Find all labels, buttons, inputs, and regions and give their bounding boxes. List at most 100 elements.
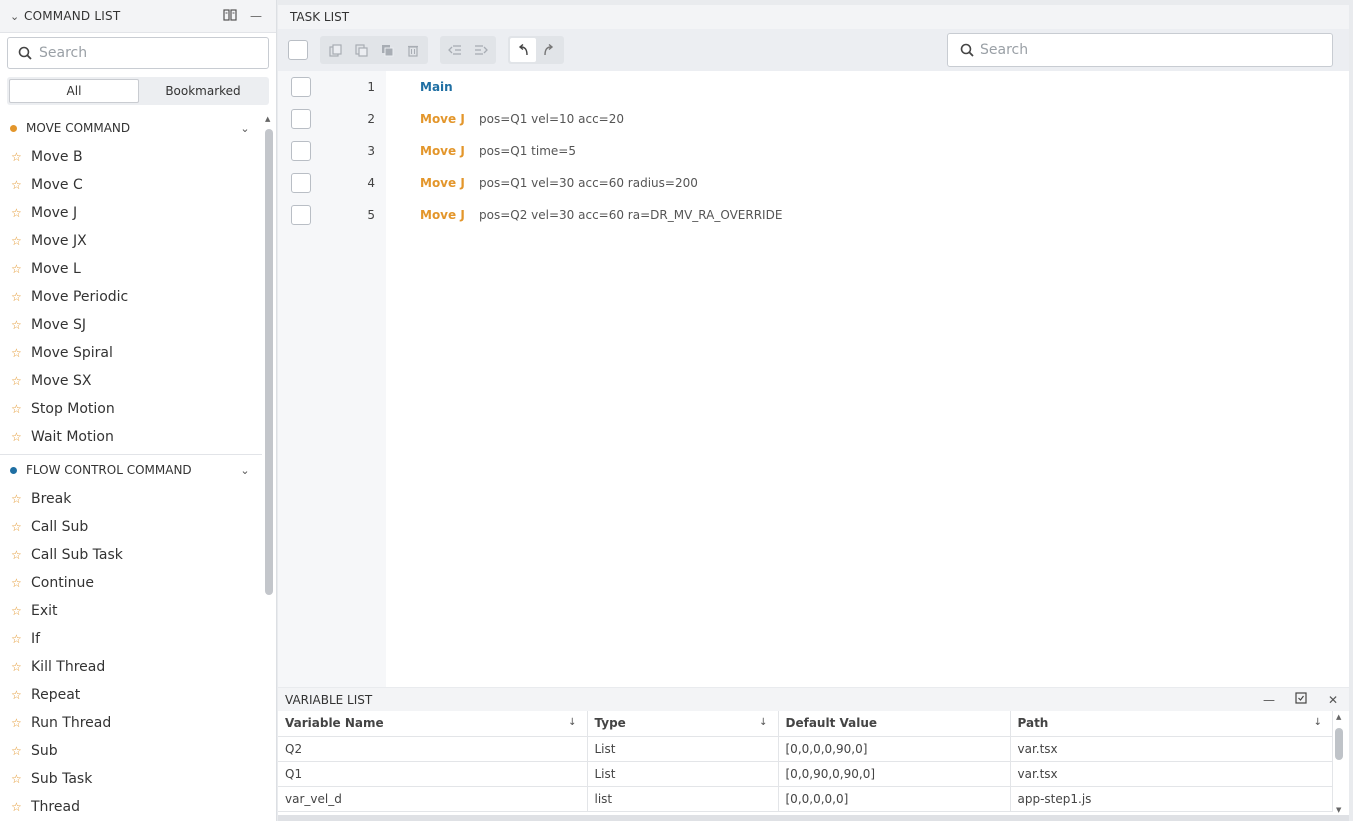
group-flow-control-command[interactable]: FLOW CONTROL COMMAND ⌄ [0, 455, 262, 485]
command-search-input[interactable] [39, 45, 249, 61]
col-path[interactable]: Path ↓ [1010, 711, 1333, 737]
task-row-checkbox[interactable] [291, 109, 311, 129]
task-row-checkbox[interactable] [291, 77, 311, 97]
copy-icon[interactable] [322, 38, 348, 62]
table-row[interactable]: Q1 List [0,0,90,0,90,0] var.tsx [278, 761, 1333, 787]
scroll-down-icon[interactable]: ▼ [1336, 806, 1341, 814]
tab-all[interactable]: All [9, 79, 139, 103]
indent-icon[interactable] [468, 38, 494, 62]
col-default-value[interactable]: Default Value [778, 711, 1011, 737]
command-item[interactable]: ☆ Call Sub Task [0, 541, 262, 569]
bookmark-star-icon[interactable]: ☆ [11, 520, 31, 534]
task-search-input[interactable] [980, 42, 1320, 58]
command-item[interactable]: ☆ Continue [0, 569, 262, 597]
sort-icon[interactable]: ↓ [1314, 717, 1322, 728]
task-row[interactable]: 3 Move J pos=Q1 time=5 [278, 135, 1349, 167]
bookmark-star-icon[interactable]: ☆ [11, 318, 31, 332]
scrollbar-thumb[interactable] [1335, 728, 1343, 760]
command-item[interactable]: ☆ Call Sub [0, 513, 262, 541]
scroll-up-icon[interactable]: ▲ [265, 115, 270, 123]
minimize-icon[interactable]: — [246, 9, 266, 23]
task-row-checkbox[interactable] [291, 205, 311, 225]
command-item[interactable]: ☆ Move Periodic [0, 283, 262, 311]
group-move-command[interactable]: MOVE COMMAND ⌄ [0, 113, 262, 143]
expand-icon[interactable] [1285, 692, 1317, 707]
command-item[interactable]: ☆ Move Spiral [0, 339, 262, 367]
bookmark-star-icon[interactable]: ☆ [11, 632, 31, 646]
command-item[interactable]: ☆ Stop Motion [0, 395, 262, 423]
command-item[interactable]: ☆ Kill Thread [0, 653, 262, 681]
task-row[interactable]: 1 Main [278, 71, 1349, 103]
sort-icon[interactable]: ↓ [568, 717, 576, 728]
bookmark-star-icon[interactable]: ☆ [11, 206, 31, 220]
bookmark-star-icon[interactable]: ☆ [11, 744, 31, 758]
command-search-box[interactable] [7, 37, 269, 69]
select-all-checkbox[interactable] [288, 40, 308, 60]
bookmark-star-icon[interactable]: ☆ [11, 660, 31, 674]
bookmark-star-icon[interactable]: ☆ [11, 402, 31, 416]
scrollbar-thumb[interactable] [265, 129, 273, 595]
command-item[interactable]: ☆ Move JX [0, 227, 262, 255]
command-list-scrollbar[interactable]: ▲ [263, 113, 274, 821]
outdent-icon[interactable] [442, 38, 468, 62]
chevron-down-icon[interactable]: ⌄ [238, 464, 252, 477]
bookmark-star-icon[interactable]: ☆ [11, 716, 31, 730]
horizontal-scrollbar[interactable] [278, 815, 1349, 821]
command-item[interactable]: ☆ Thread [0, 793, 262, 821]
command-item[interactable]: ☆ Move L [0, 255, 262, 283]
command-item[interactable]: ☆ Exit [0, 597, 262, 625]
command-item[interactable]: ☆ Move J [0, 199, 262, 227]
bookmark-star-icon[interactable]: ☆ [11, 178, 31, 192]
bookmark-star-icon[interactable]: ☆ [11, 604, 31, 618]
bookmark-star-icon[interactable]: ☆ [11, 290, 31, 304]
task-row[interactable]: 2 Move J pos=Q1 vel=10 acc=20 [278, 103, 1349, 135]
command-item[interactable]: ☆ Sub Task [0, 765, 262, 793]
sort-icon[interactable]: ↓ [759, 717, 767, 728]
bookmark-star-icon[interactable]: ☆ [11, 430, 31, 444]
bookmark-star-icon[interactable]: ☆ [11, 492, 31, 506]
bookmark-star-icon[interactable]: ☆ [11, 772, 31, 786]
scroll-up-icon[interactable]: ▲ [1336, 713, 1341, 721]
bookmark-star-icon[interactable]: ☆ [11, 262, 31, 276]
duplicate-icon[interactable] [374, 38, 400, 62]
bookmark-star-icon[interactable]: ☆ [11, 688, 31, 702]
task-row[interactable]: 4 Move J pos=Q1 vel=30 acc=60 radius=200 [278, 167, 1349, 199]
tab-bookmarked[interactable]: Bookmarked [139, 79, 267, 103]
command-item[interactable]: ☆ Move SX [0, 367, 262, 395]
delete-icon[interactable] [400, 38, 426, 62]
command-item[interactable]: ☆ Repeat [0, 681, 262, 709]
chevron-down-icon[interactable]: ⌄ [238, 122, 252, 135]
col-type[interactable]: Type ↓ [587, 711, 779, 737]
command-item[interactable]: ☆ Sub [0, 737, 262, 765]
bookmark-star-icon[interactable]: ☆ [11, 576, 31, 590]
variable-list-scrollbar[interactable]: ▲ ▼ [1335, 711, 1345, 814]
close-icon[interactable]: ✕ [1317, 693, 1349, 707]
command-item[interactable]: ☆ Wait Motion [0, 423, 262, 451]
command-item[interactable]: ☆ Move C [0, 171, 262, 199]
task-row-checkbox[interactable] [291, 173, 311, 193]
task-search-box[interactable] [947, 33, 1333, 67]
command-item[interactable]: ☆ Run Thread [0, 709, 262, 737]
bookmark-star-icon[interactable]: ☆ [11, 800, 31, 814]
command-item[interactable]: ☆ Break [0, 485, 262, 513]
table-row[interactable]: Q2 List [0,0,0,0,90,0] var.tsx [278, 736, 1333, 762]
redo-icon[interactable] [536, 38, 562, 62]
bookmark-star-icon[interactable]: ☆ [11, 234, 31, 248]
bookmark-star-icon[interactable]: ☆ [11, 150, 31, 164]
task-row[interactable]: 5 Move J pos=Q2 vel=30 acc=60 ra=DR_MV_RA_… [278, 199, 1349, 231]
command-item[interactable]: ☆ If [0, 625, 262, 653]
minimize-icon[interactable]: — [1253, 693, 1285, 707]
book-icon[interactable] [220, 8, 240, 24]
command-item[interactable]: ☆ Move B [0, 143, 262, 171]
undo-icon[interactable] [510, 38, 536, 62]
chevron-down-icon[interactable]: ⌄ [10, 10, 24, 23]
bookmark-star-icon[interactable]: ☆ [11, 374, 31, 388]
paste-icon[interactable] [348, 38, 374, 62]
line-number: 2 [367, 112, 375, 126]
command-item[interactable]: ☆ Move SJ [0, 311, 262, 339]
bookmark-star-icon[interactable]: ☆ [11, 346, 31, 360]
col-variable-name[interactable]: Variable Name ↓ [278, 711, 588, 737]
task-row-checkbox[interactable] [291, 141, 311, 161]
table-row[interactable]: var_vel_d list [0,0,0,0,0] app-step1.js [278, 786, 1333, 812]
bookmark-star-icon[interactable]: ☆ [11, 548, 31, 562]
